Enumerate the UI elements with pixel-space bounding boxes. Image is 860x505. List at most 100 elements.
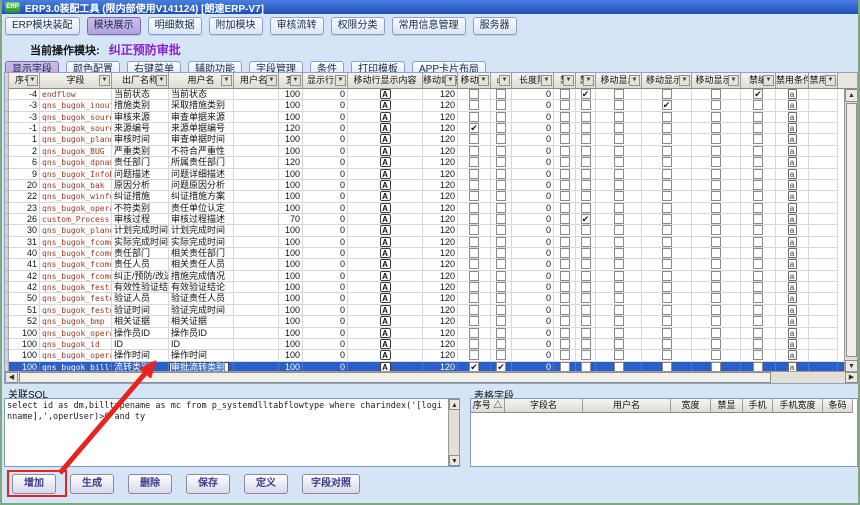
grid-checkbox[interactable]	[614, 328, 624, 338]
grid-cell[interactable]: A	[348, 157, 423, 168]
grid-checkbox[interactable]	[496, 134, 506, 144]
fields-column-header[interactable]: 序号 △	[471, 399, 505, 413]
disable-condition-icon[interactable]: a	[788, 316, 797, 326]
grid-cell[interactable]	[741, 123, 776, 134]
grid-cell[interactable]	[234, 248, 279, 259]
table-row[interactable]: 100qns_bugok_idIDID1000A1200a	[5, 339, 857, 350]
grid-checkbox[interactable]	[469, 350, 479, 360]
grid-cell[interactable]	[458, 214, 491, 225]
grid-checkbox[interactable]	[581, 214, 591, 224]
grid-cell[interactable]	[576, 89, 596, 100]
grid-cell[interactable]: 0	[303, 169, 348, 180]
grid-cell[interactable]	[692, 339, 741, 350]
grid-checkbox[interactable]	[753, 282, 763, 292]
grid-checkbox[interactable]	[711, 123, 721, 133]
grid-checkbox[interactable]	[469, 89, 479, 99]
grid-cell[interactable]: 验证人员	[112, 293, 169, 304]
grid-cell[interactable]	[642, 100, 692, 111]
grid-checkbox[interactable]	[753, 271, 763, 281]
grid-cell[interactable]: 审查单据时间	[169, 134, 234, 145]
grid-cell[interactable]: 0	[512, 282, 554, 293]
table-row[interactable]: 42qns_bugok_festr有效性验证结论有效验证结论1000A1200a	[5, 282, 857, 293]
grid-cell[interactable]: -3	[9, 100, 40, 111]
grid-cell[interactable]: 不符合严重性	[169, 146, 234, 157]
grid-checkbox[interactable]	[469, 157, 479, 167]
grid-cell[interactable]	[642, 248, 692, 259]
column-filter-icon[interactable]: ▼	[563, 75, 574, 86]
grid-cell[interactable]	[596, 339, 642, 350]
grid-checkbox[interactable]	[581, 293, 591, 303]
action-button[interactable]: 保存	[186, 474, 230, 494]
grid-cell[interactable]	[692, 203, 741, 214]
grid-cell[interactable]: qns_bugok_fcomd	[40, 248, 112, 259]
grid-cell[interactable]: qns_bugok_fcomo	[40, 259, 112, 270]
grid-checkbox[interactable]	[753, 305, 763, 315]
main-tab[interactable]: ERP模块装配	[5, 17, 80, 35]
grid-cell[interactable]: 操作员ID	[112, 328, 169, 339]
grid-cell[interactable]: 41	[9, 259, 40, 270]
grid-cell[interactable]: 验证完成时间	[169, 305, 234, 316]
grid-checkbox[interactable]	[469, 169, 479, 179]
grid-cell[interactable]: 问题原因分析	[169, 180, 234, 191]
sql-textarea[interactable]: select id as dm,billtypename as mc from …	[4, 398, 460, 467]
grid-cell[interactable]: 120	[423, 169, 458, 180]
grid-checkbox[interactable]	[614, 316, 624, 326]
grid-checkbox[interactable]	[496, 89, 506, 99]
grid-cell[interactable]: a	[776, 305, 809, 316]
grid-cell[interactable]: 100	[279, 225, 303, 236]
grid-cell[interactable]	[642, 339, 692, 350]
grid-cell[interactable]	[458, 282, 491, 293]
column-filter-icon[interactable]: ▼	[825, 75, 836, 86]
grid-cell[interactable]: a	[776, 146, 809, 157]
grid-cell[interactable]: qns_bugok_bmp	[40, 316, 112, 327]
mobile-row-content-icon[interactable]: A	[380, 157, 391, 167]
grid-checkbox[interactable]	[662, 169, 672, 179]
grid-checkbox[interactable]	[614, 282, 624, 292]
add-button[interactable]: 增加	[12, 474, 56, 494]
grid-checkbox[interactable]	[581, 146, 591, 156]
grid-checkbox[interactable]	[469, 339, 479, 349]
table-row[interactable]: 42qns_bugok_fcomo纠正/预防/改进措施完成情况1000A1200…	[5, 271, 857, 282]
grid-cell[interactable]	[458, 169, 491, 180]
grid-cell[interactable]	[576, 328, 596, 339]
grid-checkbox[interactable]	[469, 112, 479, 122]
grid-checkbox[interactable]	[614, 305, 624, 315]
grid-checkbox[interactable]	[560, 214, 570, 224]
grid-cell[interactable]: a	[776, 271, 809, 282]
grid-cell[interactable]: a	[776, 89, 809, 100]
grid-checkbox[interactable]	[581, 225, 591, 235]
grid-checkbox[interactable]	[662, 100, 672, 110]
grid-cell[interactable]: 措施完成情况	[169, 271, 234, 282]
grid-cell[interactable]: qns_bugok_soure	[40, 123, 112, 134]
grid-checkbox[interactable]	[581, 282, 591, 292]
grid-cell[interactable]	[596, 214, 642, 225]
grid-cell[interactable]	[234, 214, 279, 225]
grid-cell[interactable]	[576, 146, 596, 157]
grid-cell[interactable]	[234, 191, 279, 202]
grid-cell[interactable]: 120	[423, 350, 458, 361]
grid-cell[interactable]	[741, 180, 776, 191]
table-row[interactable]: 23qns_bugok_opera不符类别责任单位认定1000A1200a	[5, 203, 857, 214]
grid-cell[interactable]	[692, 237, 741, 248]
grid-cell[interactable]: 0	[303, 123, 348, 134]
grid-checkbox[interactable]	[753, 157, 763, 167]
grid-cell[interactable]	[741, 237, 776, 248]
grid-cell[interactable]	[741, 271, 776, 282]
column-header[interactable]: 字段▼	[40, 73, 112, 89]
grid-checkbox[interactable]	[496, 214, 506, 224]
grid-cell[interactable]: 审核时间	[112, 134, 169, 145]
main-tab[interactable]: 明细数据	[148, 17, 202, 35]
grid-cell[interactable]	[596, 146, 642, 157]
column-filter-icon[interactable]: ▼	[478, 75, 489, 86]
disable-condition-icon[interactable]: a	[788, 169, 797, 179]
grid-cell[interactable]: qns_bugok_fcomd	[40, 237, 112, 248]
column-filter-icon[interactable]: ▼	[499, 75, 510, 86]
grid-cell[interactable]: 相关证据	[112, 316, 169, 327]
grid-cell[interactable]	[809, 89, 838, 100]
grid-cell[interactable]: a	[776, 169, 809, 180]
grid-cell[interactable]: 31	[9, 237, 40, 248]
mobile-row-content-icon[interactable]: A	[380, 180, 391, 190]
grid-cell[interactable]	[741, 225, 776, 236]
grid-checkbox[interactable]	[711, 169, 721, 179]
table-row[interactable]: 2qns_bugok_BUG严重类别不符合严重性1000A1200a	[5, 146, 857, 157]
